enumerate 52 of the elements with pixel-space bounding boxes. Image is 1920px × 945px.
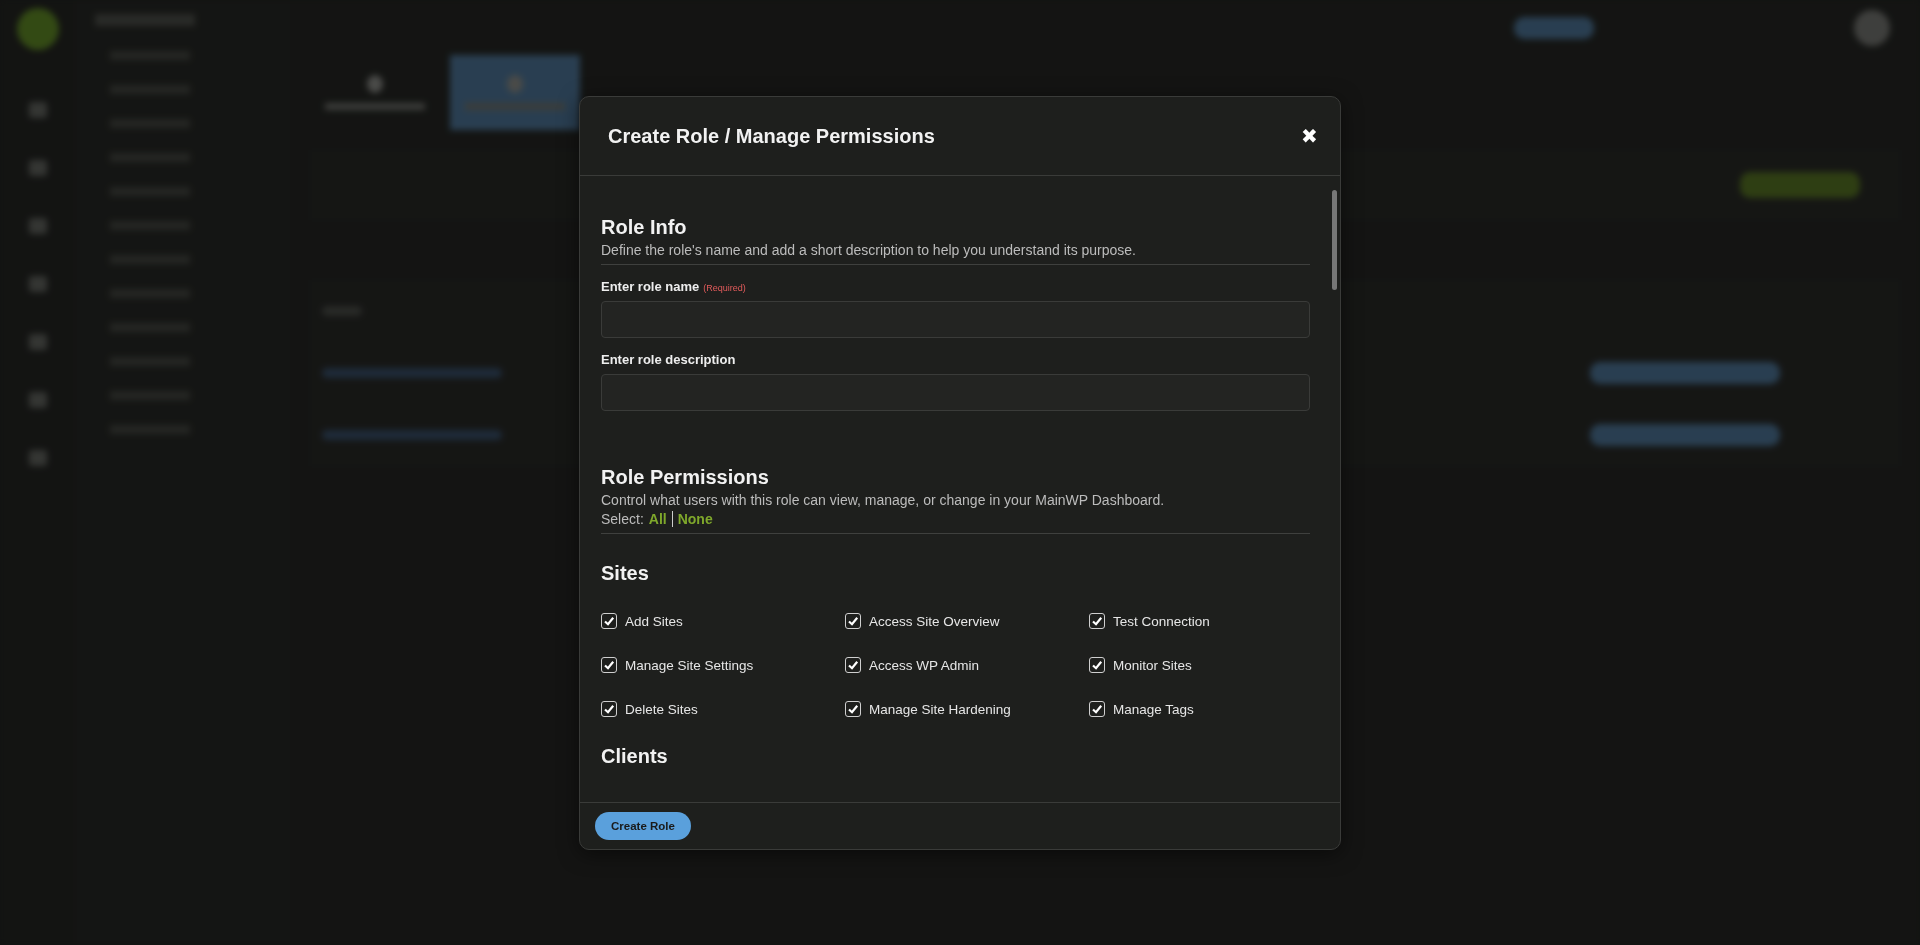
input-field[interactable] <box>601 301 1310 338</box>
checkbox[interactable] <box>1089 701 1105 717</box>
input-field[interactable] <box>601 374 1310 411</box>
checkbox[interactable] <box>601 657 617 673</box>
nav-icon[interactable] <box>28 160 47 176</box>
checkbox[interactable] <box>601 701 617 717</box>
checkbox[interactable] <box>601 613 617 629</box>
nav-icon[interactable] <box>28 218 47 234</box>
blurred-link[interactable] <box>322 368 502 378</box>
blurred-button[interactable] <box>1590 362 1780 384</box>
blurred-button[interactable] <box>1740 172 1860 198</box>
nav-icon[interactable] <box>28 392 47 408</box>
permission-label: Manage Site Hardening <box>869 701 1011 717</box>
avatar-icon[interactable] <box>1854 9 1890 46</box>
blurred-button[interactable] <box>1514 16 1594 39</box>
permission-label: Delete Sites <box>625 701 698 717</box>
permission-label: Monitor Sites <box>1113 657 1192 673</box>
blurred-tab[interactable] <box>450 55 580 130</box>
checkbox[interactable] <box>845 613 861 629</box>
section-description: Control what users with this role can view, manage, or change in your MainWP Dashboard. <box>601 492 1166 508</box>
permission-label: Access Site Overview <box>869 613 1000 629</box>
section-heading: Role Permissions <box>601 466 770 489</box>
required-tag: (Required) <box>703 283 746 293</box>
group-heading: Clients <box>601 745 669 768</box>
permission-label: Manage Site Settings <box>625 657 754 673</box>
permission-label: Manage Tags <box>1113 701 1194 717</box>
nav-icon[interactable] <box>28 334 47 350</box>
dialog-title: Create Role / Manage Permissions <box>608 124 935 148</box>
checkbox[interactable] <box>845 657 861 673</box>
checkbox[interactable] <box>1089 613 1105 629</box>
checkbox[interactable] <box>1089 657 1105 673</box>
permission-label: Add Sites <box>625 613 683 629</box>
select-none-link[interactable]: None <box>677 511 713 527</box>
group-heading: Sites <box>601 562 650 585</box>
select-all-link[interactable]: All <box>648 511 667 527</box>
logo-icon <box>16 8 59 50</box>
nav-icon[interactable] <box>28 450 47 466</box>
blurred-button[interactable] <box>1590 424 1780 446</box>
nav-icon[interactable] <box>28 102 47 118</box>
close-button[interactable]: ✖ <box>1301 124 1318 148</box>
checkbox[interactable] <box>845 701 861 717</box>
scrollbar[interactable] <box>1330 176 1340 802</box>
create-role-button[interactable]: Create Role <box>595 812 691 840</box>
select-label: Select: <box>601 511 644 527</box>
permission-label: Access WP Admin <box>869 657 980 673</box>
field-label: Enter role description <box>601 352 736 367</box>
section-heading: Role Info <box>601 216 688 239</box>
blurred-link[interactable] <box>322 430 502 440</box>
section-description: Define the role's name and add a short description to help you understand its purpose. <box>601 242 1137 258</box>
nav-icon[interactable] <box>28 276 47 292</box>
field-label: Enter role name <box>601 279 700 294</box>
permission-label: Test Connection <box>1113 613 1210 629</box>
